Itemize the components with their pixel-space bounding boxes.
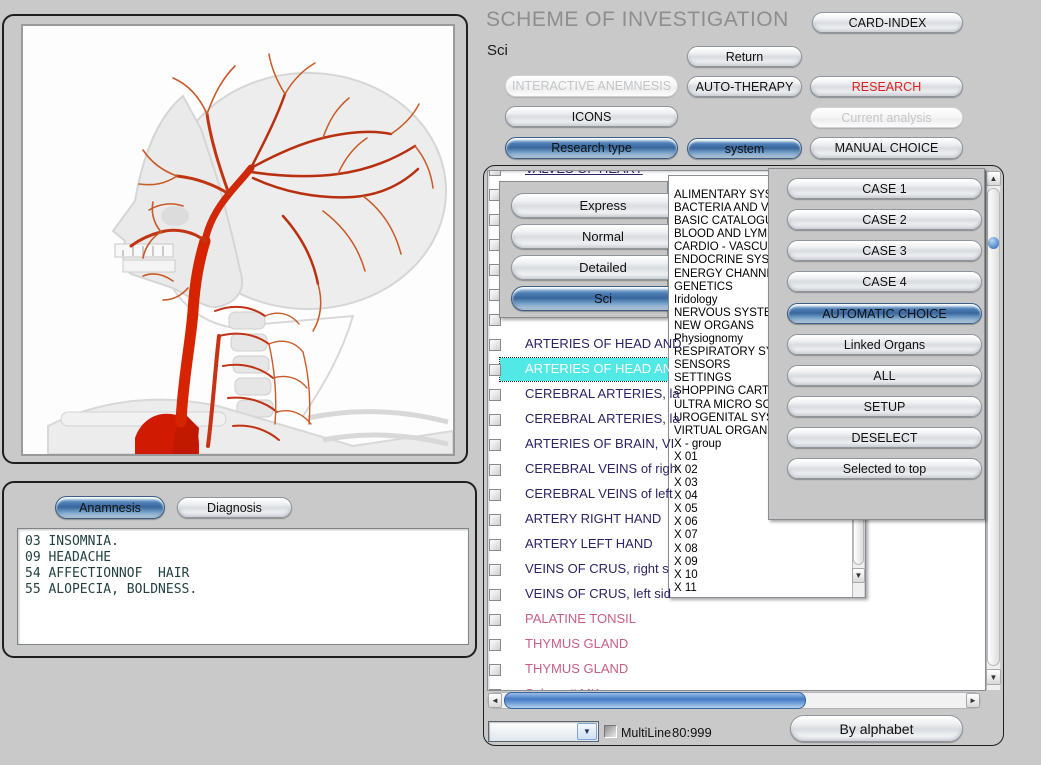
- case-panel-button[interactable]: DESELECT: [787, 427, 982, 448]
- organ-label: CEREBRAL ARTERIES, la: [525, 411, 680, 426]
- scroll-down-button[interactable]: ▼: [986, 669, 1001, 685]
- combobox-dropdown-button[interactable]: ▼: [577, 723, 597, 740]
- system-button[interactable]: system: [687, 138, 802, 159]
- right-arrow-icon: ►: [969, 696, 977, 705]
- organ-label: THYMUS GLAND: [525, 636, 628, 651]
- by-alphabet-button[interactable]: By alphabet: [790, 715, 963, 742]
- organ-checkbox[interactable]: [489, 389, 501, 401]
- organ-label: CEREBRAL VEINS of left: [525, 486, 673, 501]
- anatomy-image-box: [21, 24, 455, 456]
- organ-list-row[interactable]: PALATINE TONSIL: [488, 607, 985, 632]
- tab-anamnesis[interactable]: Anamnesis: [55, 496, 165, 519]
- tab-diagnosis[interactable]: Diagnosis: [177, 497, 292, 518]
- scroll-right-button[interactable]: ►: [966, 693, 980, 708]
- research-button[interactable]: RESEARCH: [810, 76, 963, 97]
- organ-label: ARTERIES OF HEAD AND: [525, 336, 682, 351]
- auto-therapy-button[interactable]: AUTO-THERAPY: [687, 76, 802, 97]
- system-menu-scroll-down-button[interactable]: ▼: [852, 568, 865, 583]
- up-arrow-icon: ▲: [990, 174, 998, 183]
- case-panel-button[interactable]: CASE 4: [787, 271, 982, 292]
- left-arrow-icon: ◄: [491, 696, 499, 705]
- anamnesis-entry: 54 AFFECTIONNOF HAIR: [25, 566, 468, 582]
- anatomy-illustration: [23, 26, 453, 454]
- scroll-up-button[interactable]: ▲: [986, 171, 1001, 186]
- case-panel-button[interactable]: Linked Organs: [787, 334, 982, 355]
- organ-label: THYMUS GLAND: [525, 661, 628, 676]
- interactive-anamnesis-button: INTERACTIVE ANEMNESIS: [505, 75, 678, 97]
- case-panel-button[interactable]: CASE 2: [787, 209, 982, 230]
- organ-label: VEINS OF CRUS, right s: [525, 561, 669, 576]
- combo-arrow-icon: ▼: [583, 727, 591, 736]
- system-menu-item[interactable]: X 11: [669, 582, 865, 595]
- organ-label: CEREBRAL VEINS of righ: [525, 461, 677, 476]
- multiline-checkbox[interactable]: [604, 725, 617, 738]
- organ-hscroll-thumb[interactable]: [504, 692, 806, 709]
- organ-label: ARTERY LEFT HAND: [525, 536, 653, 551]
- research-type-button[interactable]: Research type: [505, 137, 678, 159]
- organ-label: CEREBRAL ARTERIES, la: [525, 386, 680, 401]
- case-panel-buttons: CASE 1 CASE 2 CASE 3 CASE 4 AUTOMATIC CH…: [787, 178, 982, 489]
- organ-checkbox[interactable]: [489, 539, 501, 551]
- organ-label: ARTERIES OF BRAIN, VI: [525, 436, 674, 451]
- organ-list-row[interactable]: THYMUS GLAND: [488, 632, 985, 657]
- organ-checkbox[interactable]: [489, 464, 501, 476]
- scroll-left-button[interactable]: ◄: [488, 693, 502, 708]
- case-panel-button[interactable]: CASE 3: [787, 240, 982, 261]
- organ-checkbox[interactable]: [489, 564, 501, 576]
- organ-checkbox[interactable]: [489, 664, 501, 676]
- organ-checkbox[interactable]: [489, 171, 501, 176]
- anamnesis-entry: 09 HEADACHE: [25, 550, 468, 566]
- organ-checkbox[interactable]: [489, 439, 501, 451]
- organ-vscroll-thumb[interactable]: [987, 188, 1000, 666]
- anamnesis-entry: 55 ALOPECIA, BOLDNESS.: [25, 582, 468, 598]
- organ-checkbox[interactable]: [489, 514, 501, 526]
- system-menu-item[interactable]: X 07: [669, 529, 865, 542]
- page-title: SCHEME OF INVESTIGATION: [486, 8, 789, 32]
- system-menu-item[interactable]: X 09: [669, 556, 865, 569]
- current-mode-label: Sci: [487, 42, 508, 59]
- organ-label: Spleen # MK: [525, 686, 599, 690]
- multiline-label: MultiLine: [621, 726, 671, 740]
- card-index-button[interactable]: CARD-INDEX: [812, 12, 963, 33]
- down-arrow-icon: ▼: [855, 571, 863, 580]
- organ-checkbox[interactable]: [489, 364, 501, 376]
- organ-label: ARTERIES OF HEAD AND: [525, 361, 682, 376]
- anamnesis-entry: 03 INSOMNIA.: [25, 534, 468, 550]
- down-arrow-icon: ▼: [990, 673, 998, 682]
- case-panel-button[interactable]: CASE 1: [787, 178, 982, 199]
- organ-list-row[interactable]: THYMUS GLAND: [488, 657, 985, 682]
- organ-label: VALVES OF HEART: [525, 171, 643, 176]
- anamnesis-text-box[interactable]: 03 INSOMNIA. 09 HEADACHE 54 AFFECTIONNOF…: [17, 528, 469, 645]
- current-analysis-button: Current analysis: [810, 107, 963, 128]
- manual-choice-button[interactable]: MANUAL CHOICE: [810, 137, 963, 159]
- organ-list-row[interactable]: Spleen # MK: [488, 682, 985, 690]
- organ-label: ARTERY RIGHT HAND: [525, 511, 661, 526]
- organ-checkbox[interactable]: [489, 489, 501, 501]
- organ-checkbox[interactable]: [489, 614, 501, 626]
- return-button[interactable]: Return: [687, 46, 802, 67]
- case-panel-button[interactable]: Selected to top: [787, 458, 982, 479]
- organ-checkbox[interactable]: [489, 639, 501, 651]
- vscroll-blue-marker: [988, 237, 999, 249]
- organ-checkbox[interactable]: [489, 689, 501, 690]
- case-panel-button[interactable]: AUTOMATIC CHOICE: [787, 303, 982, 324]
- case-panel-button[interactable]: ALL: [787, 365, 982, 386]
- organ-checkbox[interactable]: [489, 589, 501, 601]
- system-menu-item[interactable]: X 10: [669, 569, 865, 582]
- organ-label: VEINS OF CRUS, left sid: [525, 586, 671, 601]
- organ-checkbox[interactable]: [489, 339, 501, 351]
- system-menu-item[interactable]: X 08: [669, 543, 865, 556]
- icons-button[interactable]: ICONS: [505, 106, 678, 127]
- organ-label: PALATINE TONSIL: [525, 611, 636, 626]
- case-panel-button[interactable]: SETUP: [787, 396, 982, 417]
- list-counter: 80:999: [672, 725, 712, 740]
- organ-checkbox[interactable]: [489, 414, 501, 426]
